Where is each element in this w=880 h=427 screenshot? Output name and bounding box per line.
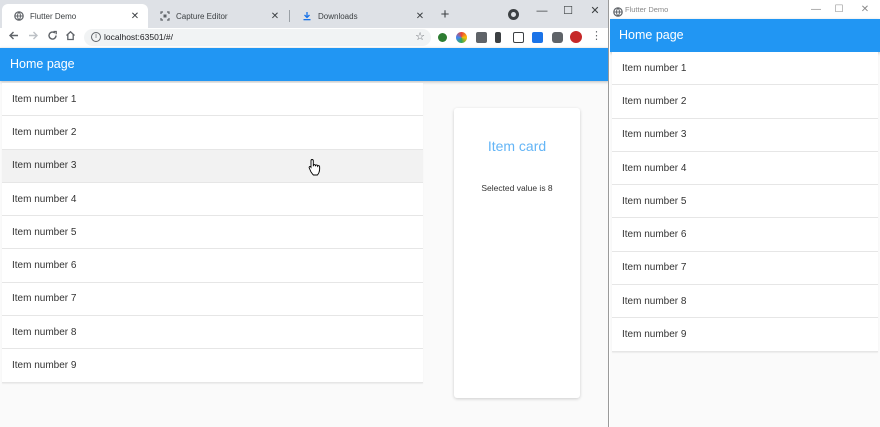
list-item[interactable]: Item number 3 <box>2 149 423 183</box>
window-title-bar: Flutter Demo — ☐ ✕ <box>610 0 880 19</box>
close-tab-icon[interactable]: ✕ <box>128 9 142 23</box>
list-item-label: Item number 8 <box>622 295 687 307</box>
extensions-puzzle-icon[interactable] <box>552 32 563 43</box>
tab-capture-editor[interactable]: Capture Editor ✕ <box>148 4 288 28</box>
tab-flutter-demo[interactable]: Flutter Demo ✕ <box>2 4 148 28</box>
page-title: Home page <box>10 57 75 71</box>
extension-bookmark-icon[interactable] <box>495 32 501 43</box>
tab-strip: Flutter Demo ✕ Capture Editor ✕ Download… <box>0 0 608 28</box>
tab-search-icon[interactable] <box>508 9 519 20</box>
tab-title: Downloads <box>318 11 358 21</box>
list-item[interactable]: Item number 9 <box>2 349 423 383</box>
hand-cursor-icon <box>308 158 322 176</box>
list-item[interactable]: Item number 8 <box>2 316 423 350</box>
url-text[interactable]: localhost:63501/#/ <box>104 32 173 42</box>
close-tab-icon[interactable]: ✕ <box>413 9 427 23</box>
item-list: Item number 1 Item number 2 Item number … <box>612 52 878 352</box>
globe-icon <box>13 11 24 22</box>
list-item[interactable]: Item number 5 <box>2 216 423 250</box>
list-item[interactable]: Item number 3 <box>612 118 878 152</box>
list-item-label: Item number 9 <box>12 360 77 372</box>
item-list: Item number 1 Item number 2 Item number … <box>2 83 423 383</box>
list-item-label: Item number 2 <box>622 95 687 107</box>
tab-title: Flutter Demo <box>30 11 77 21</box>
extension-r-icon[interactable] <box>476 32 487 43</box>
list-item-label: Item number 6 <box>12 260 77 272</box>
list-item-label: Item number 7 <box>12 293 77 305</box>
address-bar[interactable]: i localhost:63501/#/ ☆ <box>84 29 431 46</box>
list-item-label: Item number 5 <box>622 195 687 207</box>
minimize-button[interactable]: — <box>805 2 827 17</box>
page-title: Home page <box>619 28 684 42</box>
item-card: Item card Selected value is 8 <box>454 108 580 398</box>
list-item-label: Item number 3 <box>12 160 77 172</box>
tab-downloads[interactable]: Downloads ✕ <box>290 4 433 28</box>
list-item-label: Item number 4 <box>622 162 687 174</box>
site-info-icon[interactable]: i <box>91 32 101 42</box>
flutter-window: Flutter Demo — ☐ ✕ Home page Item number… <box>610 0 880 427</box>
chrome-window: Flutter Demo ✕ Capture Editor ✕ Download… <box>0 0 609 427</box>
reload-icon[interactable] <box>44 29 60 45</box>
list-item[interactable]: Item number 2 <box>612 85 878 119</box>
list-item-label: Item number 9 <box>622 329 687 341</box>
extension-feather-icon[interactable] <box>438 33 447 42</box>
list-item-label: Item number 1 <box>622 62 687 74</box>
forward-arrow-icon[interactable] <box>25 29 41 45</box>
list-item-label: Item number 8 <box>12 326 77 338</box>
list-item-label: Item number 2 <box>12 126 77 138</box>
list-item-label: Item number 4 <box>12 193 77 205</box>
capture-icon <box>159 11 170 22</box>
window-title: Flutter Demo <box>625 5 669 14</box>
extension-capture-icon[interactable] <box>513 32 524 43</box>
profile-avatar[interactable] <box>570 31 582 43</box>
list-item[interactable]: Item number 6 <box>612 218 878 252</box>
chrome-menu-icon[interactable]: ⋮ <box>591 29 602 42</box>
list-item[interactable]: Item number 2 <box>2 116 423 150</box>
extension-color-icon[interactable] <box>456 32 467 43</box>
list-item[interactable]: Item number 4 <box>2 182 423 217</box>
download-icon <box>301 11 312 22</box>
maximize-button[interactable]: ☐ <box>828 2 850 17</box>
list-item-label: Item number 5 <box>12 226 77 238</box>
globe-icon <box>613 4 623 17</box>
back-arrow-icon[interactable] <box>5 29 21 45</box>
extension-badge-icon[interactable] <box>532 32 543 43</box>
app-bar: Home page <box>610 19 880 52</box>
list-item[interactable]: Item number 9 <box>612 318 878 352</box>
browser-toolbar: i localhost:63501/#/ ☆ ⋮ <box>0 28 608 47</box>
list-item-label: Item number 6 <box>622 229 687 241</box>
app-bar: Home page <box>0 48 608 81</box>
new-tab-button[interactable]: + <box>437 7 453 23</box>
list-item[interactable]: Item number 1 <box>612 52 878 86</box>
list-item-label: Item number 3 <box>622 129 687 141</box>
list-item[interactable]: Item number 8 <box>612 285 878 319</box>
bookmark-star-icon[interactable]: ☆ <box>415 30 425 43</box>
card-title: Item card <box>487 138 547 154</box>
list-item[interactable]: Item number 7 <box>2 282 423 317</box>
list-item[interactable]: Item number 6 <box>2 249 423 283</box>
home-icon[interactable] <box>62 29 78 45</box>
list-item-label: Item number 7 <box>622 262 687 274</box>
list-item[interactable]: Item number 7 <box>612 251 878 286</box>
list-item[interactable]: Item number 5 <box>612 185 878 219</box>
close-tab-icon[interactable]: ✕ <box>268 9 282 23</box>
close-window-button[interactable]: ✕ <box>582 2 608 20</box>
list-item-label: Item number 1 <box>12 93 77 105</box>
maximize-button[interactable]: ☐ <box>555 2 581 20</box>
selected-value-text: Selected value is 8 <box>481 183 553 193</box>
list-item[interactable]: Item number 1 <box>2 83 423 117</box>
list-item[interactable]: Item number 4 <box>612 151 878 186</box>
close-window-button[interactable]: ✕ <box>854 2 876 17</box>
tab-title: Capture Editor <box>176 11 228 21</box>
minimize-button[interactable]: — <box>529 2 555 20</box>
